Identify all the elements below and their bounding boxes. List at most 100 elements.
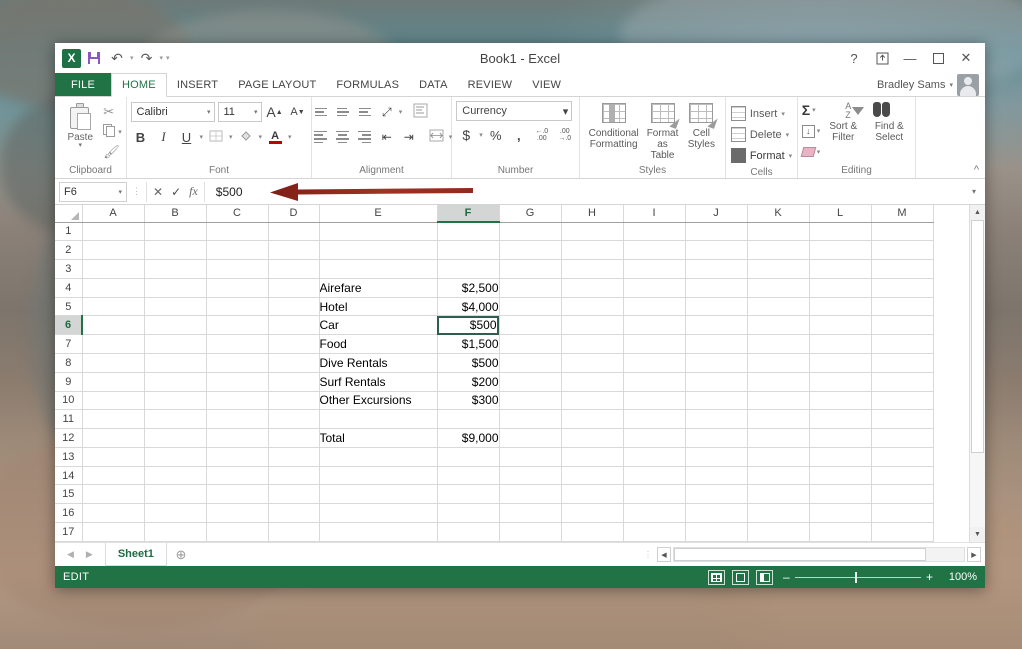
minimize-icon[interactable]: — [897, 47, 923, 69]
table-row[interactable]: 17 [55, 522, 934, 542]
cell-J2[interactable] [685, 240, 748, 261]
cell-C5[interactable] [206, 297, 269, 317]
align-bottom-button[interactable] [355, 102, 375, 122]
cell-D11[interactable] [268, 409, 320, 430]
cell-A13[interactable] [82, 447, 145, 467]
cell-E4[interactable]: Airefare [319, 278, 438, 298]
cell-D17[interactable] [268, 522, 320, 542]
vertical-scroll-thumb[interactable] [971, 220, 984, 454]
cell-I7[interactable] [623, 334, 686, 354]
zoom-out-icon[interactable]: – [783, 571, 790, 583]
row-header-8[interactable]: 8 [55, 353, 83, 373]
cell-K2[interactable] [747, 240, 810, 261]
chevron-down-icon[interactable]: ▾ [563, 105, 569, 118]
cell-J11[interactable] [685, 409, 748, 430]
cell-F1[interactable] [437, 222, 500, 242]
cell-I5[interactable] [623, 297, 686, 317]
row-header-11[interactable]: 11 [55, 409, 83, 430]
clear-button[interactable]: ▾ [800, 143, 820, 161]
formula-input[interactable]: $500 [207, 181, 964, 202]
cell-G11[interactable] [499, 409, 562, 430]
delete-dropdown-icon[interactable]: ▾ [786, 131, 790, 139]
borders-dropdown-icon[interactable]: ▾ [229, 133, 233, 141]
font-size-combo[interactable]: 11 ▾ [217, 102, 262, 122]
cell-M3[interactable] [871, 259, 934, 279]
decrease-indent-button[interactable]: ⇤ [377, 127, 397, 147]
cell-M13[interactable] [871, 447, 934, 467]
cell-H8[interactable] [561, 353, 624, 373]
add-sheet-button[interactable]: ⊕ [167, 543, 195, 566]
cell-E17[interactable] [319, 522, 438, 542]
cell-D5[interactable] [268, 297, 320, 317]
cell-F5[interactable]: $4,000 [437, 297, 500, 317]
cell-J10[interactable] [685, 391, 748, 411]
cell-A12[interactable] [82, 428, 145, 448]
scroll-up-icon[interactable]: ▲ [970, 205, 985, 220]
cell-F16[interactable] [437, 503, 500, 523]
conditional-formatting-button[interactable]: Conditional Formatting [585, 101, 643, 150]
column-header-i[interactable]: I [623, 205, 686, 223]
cell-F15[interactable] [437, 484, 500, 505]
sort-filter-button[interactable]: AZ [845, 102, 865, 120]
cell-M11[interactable] [871, 409, 934, 430]
cell-H4[interactable] [561, 278, 624, 298]
row-header-10[interactable]: 10 [55, 391, 83, 411]
row-header-12[interactable]: 12 [55, 428, 83, 448]
horizontal-scroll-thumb[interactable] [674, 548, 927, 561]
cell-F9[interactable]: $200 [437, 372, 500, 392]
cell-G8[interactable] [499, 353, 562, 373]
fill-color-dropdown-icon[interactable]: ▾ [259, 133, 263, 141]
cell-F7[interactable]: $1,500 [437, 334, 500, 354]
cell-H7[interactable] [561, 334, 624, 354]
cell-D6[interactable] [268, 315, 320, 336]
zoom-thumb[interactable] [855, 571, 858, 583]
cell-J5[interactable] [685, 297, 748, 317]
cell-H5[interactable] [561, 297, 624, 317]
row-header-13[interactable]: 13 [55, 447, 83, 467]
cell-C1[interactable] [206, 222, 269, 242]
cell-B16[interactable] [144, 503, 207, 523]
increase-decimal-button[interactable]: ←.0.00 [532, 125, 552, 145]
cell-B13[interactable] [144, 447, 207, 467]
cut-button[interactable]: ✂ [103, 103, 122, 120]
account-dropdown-icon[interactable]: ▾ [949, 81, 953, 89]
row-header-7[interactable]: 7 [55, 334, 83, 354]
cell-L2[interactable] [809, 240, 872, 261]
expand-formula-bar-icon[interactable]: ▾ [967, 187, 981, 196]
merge-center-button[interactable] [427, 127, 447, 147]
tab-file[interactable]: FILE [55, 73, 112, 96]
collapse-ribbon-icon[interactable]: ^ [974, 164, 979, 176]
previous-sheet-icon[interactable]: ◀ [67, 549, 74, 560]
delete-cells-button[interactable]: Delete ▾ [730, 125, 792, 144]
cell-L8[interactable] [809, 353, 872, 373]
align-center-button[interactable] [333, 127, 353, 147]
cell-M6[interactable] [871, 315, 934, 336]
cancel-formula-icon[interactable]: ✕ [153, 185, 163, 199]
fill-dropdown-icon[interactable]: ▾ [817, 127, 821, 135]
table-row[interactable]: 11 [55, 409, 934, 430]
cell-J6[interactable] [685, 315, 748, 336]
autosum-button[interactable]: Σ ▾ [802, 101, 821, 119]
cell-A2[interactable] [82, 240, 145, 261]
cell-L11[interactable] [809, 409, 872, 430]
cell-D1[interactable] [268, 222, 320, 242]
name-box-dropdown-icon[interactable]: ▾ [118, 188, 122, 196]
table-row[interactable]: 8 Dive Rentals $500 [55, 353, 934, 373]
cell-A8[interactable] [82, 353, 145, 373]
cell-B11[interactable] [144, 409, 207, 430]
tab-review[interactable]: REVIEW [458, 73, 523, 96]
cell-E10[interactable]: Other Excursions [319, 391, 438, 411]
cell-L4[interactable] [809, 278, 872, 298]
cell-K16[interactable] [747, 503, 810, 523]
cell-E14[interactable] [319, 466, 438, 486]
scroll-right-icon[interactable]: ▶ [967, 547, 981, 562]
cell-J7[interactable] [685, 334, 748, 354]
cell-G6[interactable] [499, 315, 562, 336]
cell-K3[interactable] [747, 259, 810, 279]
cell-F17[interactable] [437, 522, 500, 542]
underline-dropdown-icon[interactable]: ▾ [200, 133, 204, 141]
cell-M12[interactable] [871, 428, 934, 448]
cell-L7[interactable] [809, 334, 872, 354]
cell-C8[interactable] [206, 353, 269, 373]
cell-J17[interactable] [685, 522, 748, 542]
